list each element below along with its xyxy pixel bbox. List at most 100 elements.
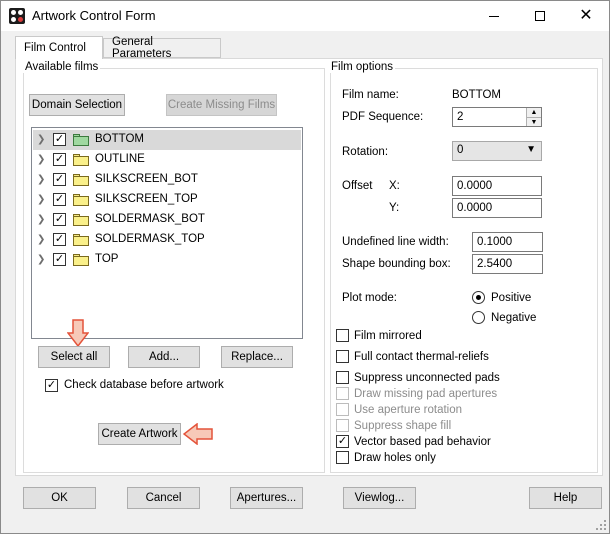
suppress-shape-fill-checkbox[interactable] [336, 419, 349, 432]
negative-radio[interactable] [472, 311, 485, 324]
create-missing-films-button[interactable]: Create Missing Films [166, 94, 277, 116]
pdf-sequence-label: PDF Sequence: [342, 111, 424, 123]
film-name-value: BOTTOM [452, 89, 501, 101]
window-title: Artwork Control Form [32, 8, 156, 23]
offset-label: Offset [342, 180, 373, 192]
undefined-line-width-input[interactable] [472, 232, 543, 252]
film-checkbox[interactable]: ✓ [53, 193, 66, 206]
check-icon: ✓ [337, 435, 348, 447]
film-checkbox[interactable]: ✓ [53, 213, 66, 226]
select-all-button[interactable]: Select all [38, 346, 110, 368]
replace-button[interactable]: Replace... [221, 346, 293, 368]
folder-icon [73, 254, 89, 266]
list-item[interactable]: ❯ ✓ BOTTOM [33, 130, 301, 150]
minimize-icon [489, 15, 499, 17]
film-name: SOLDERMASK_BOT [95, 213, 205, 225]
film-name: SILKSCREEN_BOT [95, 173, 198, 185]
film-options-title: Film options [329, 61, 395, 73]
tab-general-parameters[interactable]: General Parameters [103, 36, 221, 60]
close-icon: ✕ [579, 7, 593, 24]
draw-holes-only-checkbox[interactable] [336, 451, 349, 464]
expand-chevron-icon[interactable]: ❯ [37, 174, 47, 186]
help-button[interactable]: Help [529, 487, 602, 509]
check-icon: ✓ [54, 173, 65, 185]
shape-bounding-box-input[interactable] [472, 254, 543, 274]
use-aperture-rotation-checkbox[interactable] [336, 403, 349, 416]
list-item[interactable]: ❯ ✓ SOLDERMASK_BOT [33, 210, 301, 230]
full-contact-thermal-reliefs-checkbox[interactable] [336, 350, 349, 363]
list-item[interactable]: ❯ ✓ OUTLINE [33, 150, 301, 170]
domain-selection-button[interactable]: Domain Selection [29, 94, 125, 116]
suppress-shape-fill-label: Suppress shape fill [354, 420, 452, 432]
tab-film-control[interactable]: Film Control [15, 36, 103, 59]
minimize-button[interactable] [471, 1, 517, 31]
title-bar[interactable]: Artwork Control Form ✕ [1, 1, 609, 31]
close-button[interactable]: ✕ [563, 1, 609, 31]
expand-chevron-icon[interactable]: ❯ [37, 134, 47, 146]
list-item[interactable]: ❯ ✓ SILKSCREEN_BOT [33, 170, 301, 190]
film-checkbox[interactable]: ✓ [53, 133, 66, 146]
folder-icon [73, 214, 89, 226]
film-checkbox[interactable]: ✓ [53, 233, 66, 246]
check-icon: ✓ [54, 193, 65, 205]
expand-chevron-icon[interactable]: ❯ [37, 214, 47, 226]
check-icon: ✓ [54, 213, 65, 225]
film-name: OUTLINE [95, 153, 145, 165]
film-mirrored-checkbox[interactable] [336, 329, 349, 342]
offset-x-input[interactable] [452, 176, 542, 196]
suppress-unconnected-pads-label: Suppress unconnected pads [354, 372, 500, 384]
dropdown-arrow-icon: ▼ [526, 144, 536, 155]
expand-chevron-icon[interactable]: ❯ [37, 234, 47, 246]
expand-chevron-icon[interactable]: ❯ [37, 194, 47, 206]
check-icon: ✓ [46, 379, 57, 391]
draw-missing-pad-apertures-label: Draw missing pad apertures [354, 388, 498, 400]
check-icon: ✓ [54, 233, 65, 245]
expand-chevron-icon[interactable]: ❯ [37, 154, 47, 166]
rotation-label: Rotation: [342, 146, 389, 158]
app-icon [9, 8, 25, 24]
rotation-value: 0 [457, 144, 464, 156]
use-aperture-rotation-label: Use aperture rotation [354, 404, 463, 416]
offset-x-label: X: [389, 180, 400, 192]
check-database-checkbox[interactable]: ✓ [45, 379, 58, 392]
list-item[interactable]: ❯ ✓ TOP [33, 250, 301, 270]
folder-icon [73, 154, 89, 166]
tab-label: General Parameters [112, 36, 172, 60]
create-artwork-button[interactable]: Create Artwork [98, 423, 181, 445]
resize-grip-icon[interactable] [595, 519, 607, 531]
vector-based-pad-behavior-checkbox[interactable]: ✓ [336, 435, 349, 448]
suppress-unconnected-pads-checkbox[interactable] [336, 371, 349, 384]
check-icon: ✓ [54, 153, 65, 165]
positive-radio[interactable] [472, 291, 485, 304]
down-arrow-annotation-icon [67, 319, 89, 347]
rotation-select[interactable]: 0 ▼ [452, 141, 542, 161]
list-item[interactable]: ❯ ✓ SILKSCREEN_TOP [33, 190, 301, 210]
apertures-button[interactable]: Apertures... [230, 487, 303, 509]
films-list[interactable]: ❯ ✓ BOTTOM ❯ ✓ OUTLINE ❯ ✓ SILKSCREEN_BO… [31, 127, 303, 339]
ok-button[interactable]: OK [23, 487, 96, 509]
offset-y-label: Y: [389, 202, 400, 214]
expand-chevron-icon[interactable]: ❯ [37, 254, 47, 266]
artwork-control-window: Artwork Control Form ✕ Film Control Gene… [0, 0, 610, 534]
full-contact-thermal-reliefs-label: Full contact thermal-reliefs [354, 351, 489, 363]
film-name: BOTTOM [95, 133, 144, 145]
spin-up-icon[interactable]: ▲ [527, 108, 541, 117]
film-checkbox[interactable]: ✓ [53, 173, 66, 186]
check-database-label: Check database before artwork [64, 379, 224, 391]
draw-missing-pad-apertures-checkbox[interactable] [336, 387, 349, 400]
list-item[interactable]: ❯ ✓ SOLDERMASK_TOP [33, 230, 301, 250]
add-button[interactable]: Add... [128, 346, 200, 368]
maximize-button[interactable] [517, 1, 563, 31]
offset-y-input[interactable] [452, 198, 542, 218]
film-name: TOP [95, 253, 119, 265]
cancel-button[interactable]: Cancel [127, 487, 200, 509]
film-checkbox[interactable]: ✓ [53, 153, 66, 166]
shape-bounding-box-label: Shape bounding box: [342, 258, 451, 270]
folder-icon [73, 234, 89, 246]
viewlog-button[interactable]: Viewlog... [343, 487, 416, 509]
pdf-sequence-spinner[interactable]: ▲ ▼ [526, 108, 541, 126]
left-arrow-annotation-icon [183, 423, 213, 445]
spin-down-icon[interactable]: ▼ [527, 117, 541, 126]
film-checkbox[interactable]: ✓ [53, 253, 66, 266]
film-mirrored-label: Film mirrored [354, 330, 422, 342]
